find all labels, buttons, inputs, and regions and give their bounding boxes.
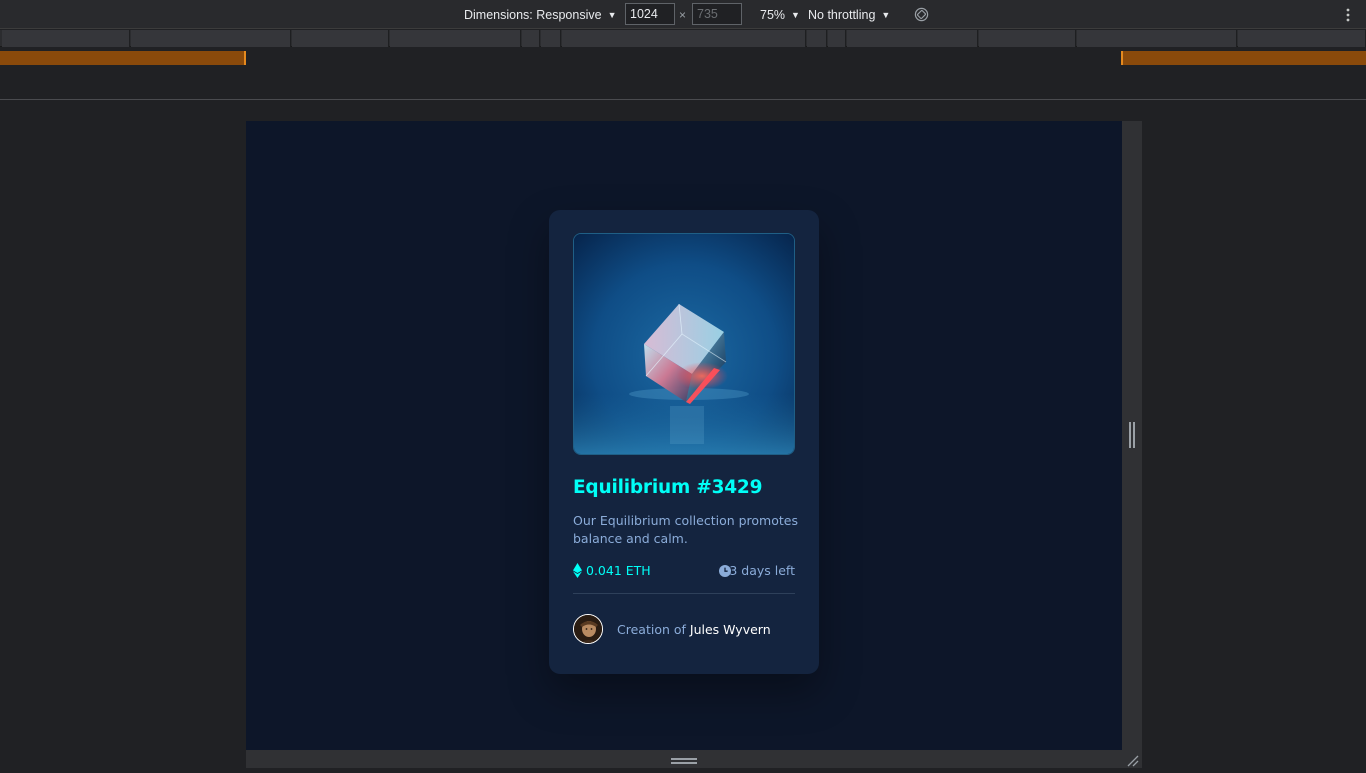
- throttling-label: No throttling: [808, 7, 876, 22]
- crystal-cube-image: [574, 234, 794, 454]
- corner-resize-icon: [1127, 755, 1139, 767]
- media-query-bar: [0, 30, 1366, 47]
- ethereum-icon: [573, 563, 582, 578]
- caret-down-icon: ▼: [881, 9, 891, 20]
- nft-price: 0.041 ETH: [586, 563, 651, 578]
- caret-down-icon: ▼: [791, 9, 800, 20]
- media-query-segment[interactable]: [562, 30, 806, 47]
- throttling-dropdown[interactable]: No throttling ▼: [808, 0, 890, 29]
- creator-avatar: [573, 614, 603, 644]
- media-query-segment[interactable]: [292, 30, 389, 47]
- media-query-segment[interactable]: [541, 30, 561, 47]
- media-query-segment[interactable]: [828, 30, 846, 47]
- right-resize-handle[interactable]: [1122, 121, 1142, 750]
- width-input[interactable]: 1024: [625, 3, 675, 25]
- media-query-segment[interactable]: [522, 30, 540, 47]
- nft-title[interactable]: Equilibrium #3429: [573, 477, 762, 498]
- creator-lead: Creation of: [617, 622, 686, 637]
- creator-line: Creation of Jules Wyvern: [617, 622, 771, 637]
- dimensions-dropdown[interactable]: Dimensions: Responsive ▼: [464, 0, 616, 29]
- grip-icon: [1129, 422, 1135, 448]
- media-query-segment-active[interactable]: [1121, 51, 1366, 65]
- nft-stats: 0.041 ETH 3 days left: [573, 562, 795, 580]
- media-query-segment[interactable]: [847, 30, 978, 47]
- time-left: 3 days left: [729, 563, 795, 578]
- nft-image[interactable]: [573, 233, 795, 455]
- rotate-icon[interactable]: [914, 7, 929, 22]
- dimensions-label: Dimensions: Responsive: [464, 7, 602, 22]
- creator-name[interactable]: Jules Wyvern: [690, 622, 771, 637]
- media-query-segment[interactable]: [1077, 30, 1237, 47]
- active-media-query-bar: [0, 51, 1366, 65]
- zoom-label: 75%: [760, 7, 786, 22]
- times-sign: ×: [679, 7, 687, 22]
- avatar-image: [574, 615, 602, 643]
- media-query-segment[interactable]: [2, 30, 130, 47]
- media-query-segment[interactable]: [390, 30, 521, 47]
- grip-icon: [671, 758, 697, 764]
- ruler-divider: [0, 99, 1366, 100]
- emulated-viewport: Equilibrium #3429 Our Equilibrium collec…: [246, 121, 1122, 750]
- card-divider: [573, 593, 795, 594]
- media-query-segment[interactable]: [979, 30, 1076, 47]
- bottom-resize-handle[interactable]: [246, 750, 1122, 768]
- caret-down-icon: ▼: [607, 9, 617, 20]
- device-toolbar: Dimensions: Responsive ▼ 1024 × 735 75% …: [0, 0, 1366, 29]
- media-query-segment[interactable]: [1238, 30, 1366, 47]
- more-vert-icon[interactable]: [1342, 7, 1354, 23]
- nft-description: Our Equilibrium collection promotes bala…: [573, 513, 798, 546]
- media-query-segment-active[interactable]: [0, 51, 246, 65]
- height-input[interactable]: 735: [692, 3, 742, 25]
- corner-resize-handle[interactable]: [1122, 750, 1142, 768]
- media-query-segment[interactable]: [807, 30, 827, 47]
- nft-card: Equilibrium #3429 Our Equilibrium collec…: [549, 210, 819, 674]
- zoom-dropdown[interactable]: 75% ▼: [760, 0, 800, 29]
- media-query-segment[interactable]: [131, 30, 291, 47]
